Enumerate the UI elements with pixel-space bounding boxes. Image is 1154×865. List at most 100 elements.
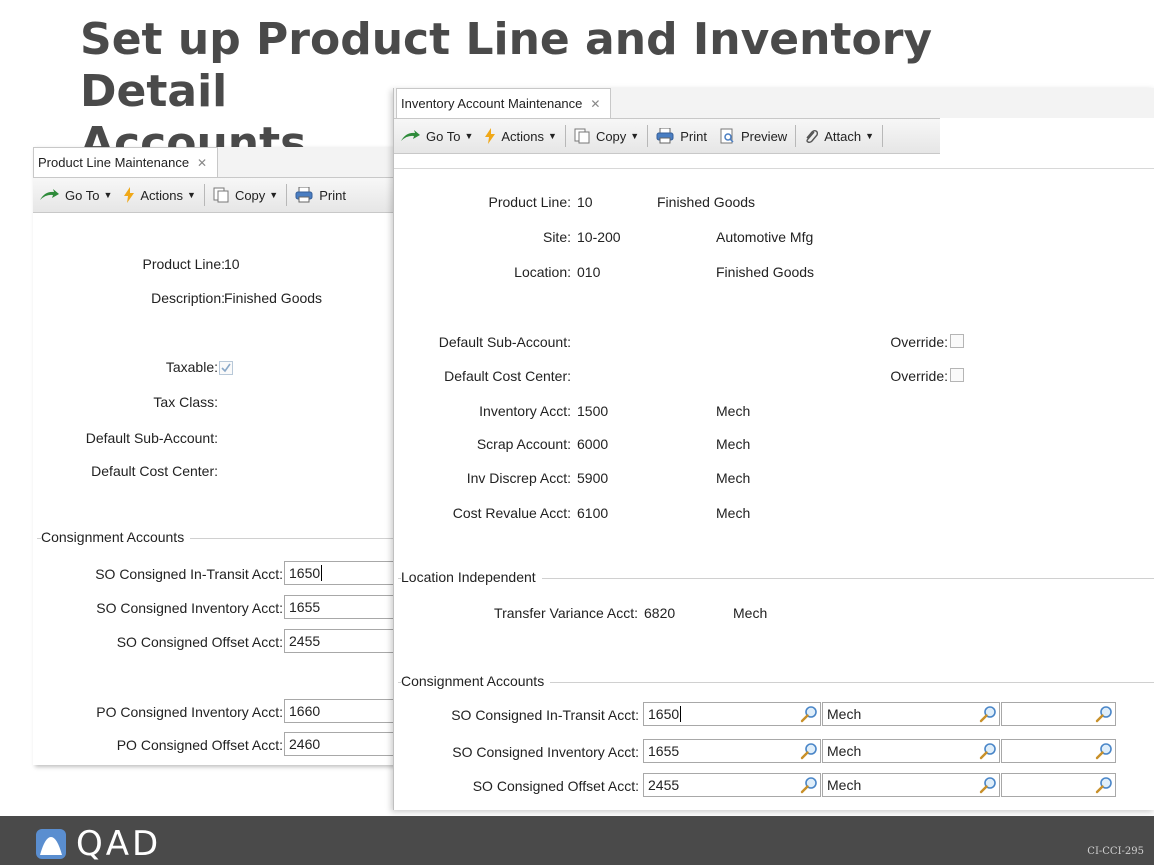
tab-inventory-account-maintenance[interactable]: Inventory Account Maintenance ✕ [396, 88, 612, 118]
iam-inv-discrep-desc: Mech [716, 470, 751, 486]
iam-so-inventory-sub-input[interactable]: Mech [822, 739, 1000, 763]
slide-code: CI-CCI-295 [1087, 846, 1144, 857]
iam-so-inventory-sub-value: Mech [827, 743, 862, 759]
plm-print-label: Print [319, 187, 346, 203]
iam-so-inventory-acct-input[interactable]: 1655 [643, 739, 821, 763]
iam-inv-discrep-label: Inv Discrep Acct: [466, 470, 571, 486]
iam-inv-discrep-value: 5900 [577, 470, 609, 486]
iam-preview-label: Preview [740, 128, 788, 144]
iam-override-sub-checkbox[interactable] [950, 334, 964, 348]
plm-so-in-transit-value: 1650 [289, 565, 321, 581]
slide-footer: QAD CI-CCI-295 [0, 816, 1154, 865]
iam-so-offset-acct-value: 2455 [648, 777, 680, 793]
iam-scrap-account-value: 6000 [577, 436, 609, 452]
iam-preview-button[interactable]: Preview [713, 119, 793, 153]
plm-so-offset-label: SO Consigned Offset Acct: [116, 634, 283, 650]
plm-so-inventory-label: SO Consigned Inventory Acct: [96, 600, 283, 616]
plm-actions-button[interactable]: Actions ▼ [118, 178, 202, 212]
plm-po-offset-value: 2460 [289, 736, 321, 752]
search-icon[interactable] [800, 705, 818, 723]
plm-taxable-label: Taxable: [165, 359, 218, 375]
plm-po-offset-input[interactable]: 2460 [284, 732, 403, 756]
iam-print-button[interactable]: Print [650, 119, 713, 153]
plm-tab-close-icon[interactable]: ✕ [197, 156, 207, 170]
iam-actions-label: Actions [501, 128, 545, 144]
iam-consignment-row-label: SO Consigned Offset Acct: [472, 778, 639, 794]
qad-logo-text: QAD [76, 824, 162, 864]
iam-so-in-transit-acct-value: 1650 [648, 706, 680, 722]
iam-scrap-account-desc: Mech [716, 436, 751, 452]
plm-tab-label: Product Line Maintenance [38, 155, 190, 170]
iam-so-offset-acct-input[interactable]: 2455 [643, 773, 821, 797]
plm-po-inventory-label: PO Consigned Inventory Acct: [96, 704, 283, 720]
iam-consignment-row-label: SO Consigned Inventory Acct: [452, 744, 639, 760]
iam-consignment-group-label: Consignment Accounts [401, 673, 551, 689]
chevron-down-icon: ▼ [865, 131, 874, 141]
iam-tab-close-icon[interactable]: ✕ [590, 97, 600, 111]
iam-inventory-acct-label: Inventory Acct: [479, 403, 571, 419]
iam-tab-bar: Inventory Account Maintenance ✕ [394, 88, 1154, 118]
iam-attach-button[interactable]: Attach ▼ [798, 119, 880, 153]
iam-so-in-transit-cc-input[interactable] [1001, 702, 1116, 726]
plm-so-inventory-value: 1655 [289, 599, 321, 615]
search-icon[interactable] [1095, 742, 1113, 760]
tab-product-line-maintenance[interactable]: Product Line Maintenance ✕ [33, 147, 219, 177]
iam-so-offset-cc-input[interactable] [1001, 773, 1116, 797]
iam-location-value: 010 [577, 264, 601, 280]
iam-override-cc-checkbox[interactable] [950, 368, 964, 382]
iam-copy-button[interactable]: Copy ▼ [568, 119, 645, 153]
iam-so-in-transit-acct-input[interactable]: 1650 [643, 702, 821, 726]
plm-product-line-label: Product Line: [142, 256, 226, 272]
iam-default-sub-account-label: Default Sub-Account: [438, 334, 571, 350]
iam-tab-label: Inventory Account Maintenance [401, 96, 583, 111]
iam-product-line-desc: Finished Goods [657, 194, 756, 210]
search-icon[interactable] [1095, 705, 1113, 723]
chevron-down-icon: ▼ [630, 131, 640, 141]
toolbar-separator [795, 125, 797, 147]
text-cursor [680, 706, 682, 722]
plm-tab-bar: Product Line Maintenance ✕ [33, 147, 403, 177]
plm-copy-button[interactable]: Copy ▼ [207, 178, 284, 212]
search-icon[interactable] [979, 776, 997, 794]
goto-arrow-icon [401, 130, 420, 141]
plm-default-sub-account-label: Default Sub-Account: [85, 430, 218, 446]
search-icon[interactable] [1095, 776, 1113, 794]
chevron-down-icon: ▼ [464, 131, 474, 141]
iam-so-offset-sub-input[interactable]: Mech [822, 773, 1000, 797]
plm-po-inventory-input[interactable]: 1660 [284, 699, 403, 723]
iam-actions-button[interactable]: Actions ▼ [479, 119, 563, 153]
iam-override-cc-label: Override: [890, 368, 948, 384]
product-line-maintenance-window: Product Line Maintenance ✕ Go To ▼ Action… [33, 147, 403, 765]
iam-so-in-transit-sub-input[interactable]: Mech [822, 702, 1000, 726]
iam-toolbar: Go To ▼ Actions ▼ Copy ▼ Print Preview Atta… [394, 118, 940, 154]
toolbar-separator [647, 125, 649, 147]
iam-product-line-label: Product Line: [488, 194, 572, 210]
plm-goto-button[interactable]: Go To ▼ [33, 178, 118, 212]
plm-copy-label: Copy [234, 187, 266, 203]
iam-inventory-acct-desc: Mech [716, 403, 751, 419]
chevron-down-icon: ▼ [269, 190, 279, 200]
iam-site-value: 10-200 [577, 229, 621, 245]
checkmark-icon [221, 363, 231, 373]
search-icon[interactable] [979, 742, 997, 760]
iam-location-desc: Finished Goods [716, 264, 815, 280]
plm-print-button[interactable]: Print [289, 178, 352, 212]
search-icon[interactable] [800, 742, 818, 760]
plm-so-in-transit-input[interactable]: 1650 [284, 561, 403, 585]
plm-so-offset-value: 2455 [289, 633, 321, 649]
iam-product-line-value: 10 [577, 194, 593, 210]
iam-goto-button[interactable]: Go To ▼ [394, 119, 479, 153]
iam-so-inventory-cc-input[interactable] [1001, 739, 1116, 763]
iam-so-offset-sub-value: Mech [827, 777, 862, 793]
iam-site-desc: Automotive Mfg [716, 229, 814, 245]
toolbar-separator [203, 184, 205, 206]
plm-so-offset-input[interactable]: 2455 [284, 629, 403, 653]
iam-attach-label: Attach [824, 128, 862, 144]
plm-so-inventory-input[interactable]: 1655 [284, 595, 403, 619]
search-icon[interactable] [800, 776, 818, 794]
plm-taxable-checkbox[interactable] [219, 361, 233, 375]
iam-cost-revalue-desc: Mech [716, 505, 751, 521]
preview-icon [720, 128, 734, 144]
search-icon[interactable] [979, 705, 997, 723]
iam-so-in-transit-sub-value: Mech [827, 706, 862, 722]
